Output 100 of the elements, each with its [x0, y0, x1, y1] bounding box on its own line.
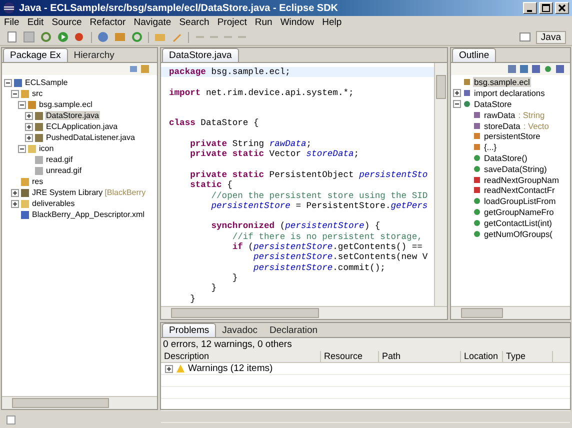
expand-toggle[interactable]: [11, 90, 19, 98]
outline-item[interactable]: import declarations: [473, 88, 546, 98]
column-header[interactable]: Location: [461, 351, 503, 362]
scrollbar[interactable]: [161, 306, 447, 319]
code-line: //if there is no persistent storage,: [231, 232, 422, 242]
view-tab[interactable]: Problems: [162, 323, 216, 337]
view-tab[interactable]: Hierarchy: [68, 49, 120, 62]
code-line: import net.rim.device.api.system.*;: [169, 88, 354, 98]
square-icon: [473, 176, 481, 184]
outline-item[interactable]: loadGroupListFrom: [483, 196, 557, 206]
scrollbar[interactable]: [2, 396, 157, 409]
menu-item[interactable]: Project: [217, 17, 247, 28]
view-tab[interactable]: Javadoc: [216, 324, 264, 337]
code-line: //open the persistent store using the SID: [210, 190, 428, 201]
menu-item[interactable]: Help: [322, 17, 342, 28]
tree-item[interactable]: JRE System Library: [31, 188, 104, 197]
circle-icon: [473, 197, 481, 206]
field-type: : Vecto: [523, 120, 549, 131]
tree-item[interactable]: DataStore.java: [45, 111, 100, 120]
close-icon: [558, 4, 566, 12]
tree-item[interactable]: deliverables: [31, 199, 76, 208]
outline-item[interactable]: getGroupNameFro: [483, 206, 555, 217]
code-line: private static Vector storeData;: [189, 149, 360, 160]
outline-item[interactable]: storeData: [483, 120, 522, 131]
circle-icon: [473, 208, 481, 216]
expand-toggle[interactable]: [25, 112, 33, 120]
view-tab[interactable]: Declaration: [264, 324, 324, 337]
outline-item[interactable]: saveData(String): [483, 164, 548, 174]
column-header[interactable]: Resource: [321, 351, 379, 362]
tree-item[interactable]: read.gif: [45, 155, 74, 164]
view-tab[interactable]: Outline: [452, 48, 496, 62]
menu-item[interactable]: Refactor: [90, 17, 126, 28]
tree-item[interactable]: res: [31, 177, 44, 186]
code-line: }: [189, 294, 196, 304]
expand-toggle[interactable]: [18, 100, 26, 108]
expand-toggle[interactable]: [453, 89, 461, 98]
tree-item-decoration: [BlackBerry: [104, 188, 146, 197]
window-title: Java - ECLSample/src/bsg/sample/ecl/DataStore.java - Eclipse SDK: [19, 2, 338, 14]
close-button[interactable]: [555, 2, 569, 14]
expand-toggle[interactable]: [18, 144, 26, 152]
run-icon[interactable]: [57, 31, 69, 43]
code-line: }: [231, 272, 238, 283]
expand-toggle[interactable]: [11, 200, 19, 208]
outline-item[interactable]: getContactList(int): [483, 218, 553, 228]
expand-toggle[interactable]: [25, 134, 33, 142]
outline-item[interactable]: persistentStore: [483, 131, 542, 142]
expand-toggle[interactable]: [11, 188, 19, 196]
column-header[interactable]: Description: [161, 351, 321, 362]
column-header[interactable]: Path: [379, 351, 461, 362]
tree-item[interactable]: src: [31, 89, 44, 98]
code-line: if (persistentStore.getContents() ==: [231, 242, 424, 252]
maximize-button[interactable]: [539, 2, 553, 14]
minimize-button[interactable]: [523, 2, 537, 14]
outline-item[interactable]: rawData: [483, 110, 516, 120]
code-line: static {: [189, 180, 232, 190]
menu-item[interactable]: Search: [179, 17, 210, 28]
table-cell: Warnings (12 items): [188, 363, 273, 374]
tree-item[interactable]: BlackBerry_App_Descriptor.xml: [31, 210, 146, 219]
expand-toggle[interactable]: [453, 100, 461, 108]
outline-item[interactable]: readNextGroupNam: [483, 174, 560, 185]
expand-toggle[interactable]: [4, 78, 12, 86]
code-line: synchronized (persistentStore) {: [210, 221, 380, 232]
problems-summary: 0 errors, 12 warnings, 0 others: [163, 339, 292, 350]
circle-icon: [473, 164, 481, 173]
square-icon: [473, 110, 481, 119]
scrollbar[interactable]: [451, 306, 570, 319]
java-perspective-button[interactable]: Java: [536, 30, 566, 44]
menu-item[interactable]: Run: [254, 17, 272, 28]
circle-icon: [473, 218, 481, 227]
outline-item[interactable]: DataStore: [473, 98, 513, 109]
tree-item[interactable]: unread.gif: [45, 166, 83, 175]
outline-item[interactable]: bsg.sample.ecl: [473, 77, 531, 88]
outline-item[interactable]: {...}: [483, 142, 498, 152]
square-icon: [473, 132, 481, 140]
circle-icon: [473, 154, 481, 162]
code-line: persistentStore = PersistentStore.getPers: [210, 200, 428, 211]
outline-item[interactable]: readNextContactFr: [483, 185, 556, 196]
column-header[interactable]: Type: [503, 351, 553, 362]
expand-toggle[interactable]: [25, 122, 33, 130]
view-tab[interactable]: Package Ex: [3, 48, 68, 62]
code-line: private static PersistentObject persistentSto: [189, 170, 428, 180]
tree-item[interactable]: ECLApplication.java: [45, 122, 119, 131]
expand-toggle[interactable]: [165, 364, 173, 372]
scrollbar[interactable]: [434, 63, 447, 306]
menu-item[interactable]: File: [4, 17, 20, 28]
menu-item[interactable]: Navigate: [134, 17, 172, 28]
editor-tab[interactable]: DataStore.java: [162, 48, 239, 62]
outline-item[interactable]: DataStore(): [483, 152, 528, 163]
tree-item[interactable]: icon: [38, 144, 55, 153]
tree-item[interactable]: PushedDataListener.java: [45, 133, 136, 142]
square-icon: [463, 89, 471, 98]
save-icon[interactable]: [23, 31, 35, 43]
open-perspective-icon[interactable]: [518, 31, 531, 43]
menu-item[interactable]: Window: [280, 17, 314, 28]
menu-item[interactable]: Source: [52, 17, 82, 28]
tree-item[interactable]: bsg.sample.ecl: [38, 100, 94, 109]
new-file-icon[interactable]: [6, 31, 18, 43]
menu-item[interactable]: Edit: [27, 17, 44, 28]
tree-item[interactable]: ECLSample: [24, 78, 69, 87]
outline-item[interactable]: getNumOfGroups(: [483, 228, 554, 239]
